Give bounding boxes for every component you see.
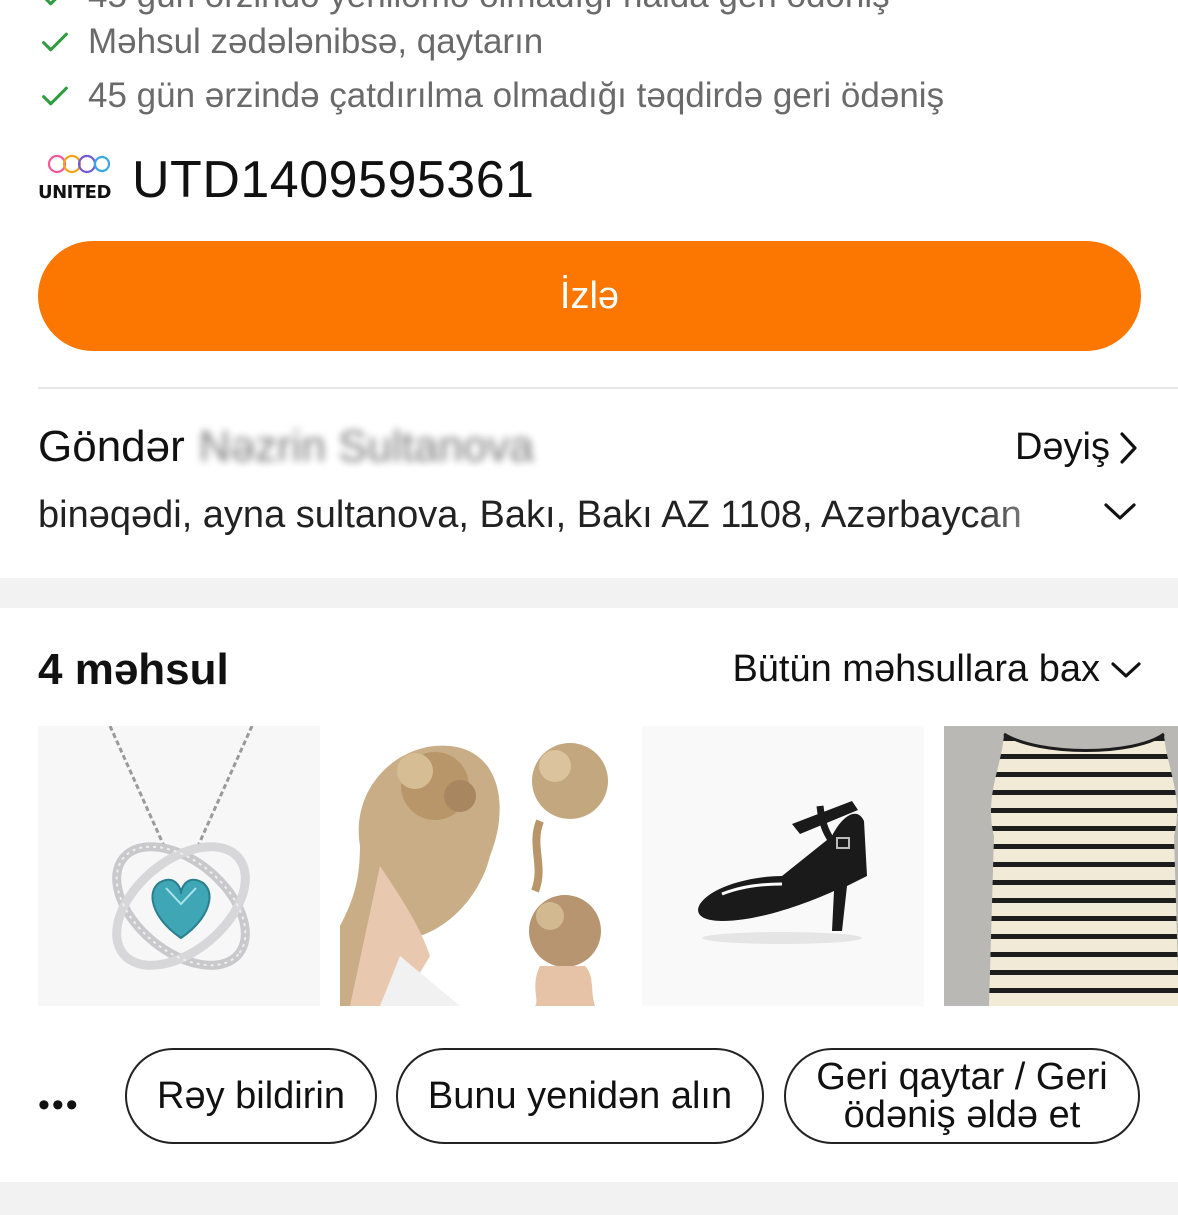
guarantee-text: 45 gün ərzində çatdırılma olmadığı təqdi… <box>88 76 945 115</box>
infinity-logo-icon <box>47 154 110 174</box>
change-label: Dəyiş <box>1014 426 1110 468</box>
guarantee-line-update: 45 gün ərzində yeniləmə olmadığı halda g… <box>38 0 890 16</box>
hair-bun-image <box>340 726 622 1006</box>
return-refund-button[interactable]: Geri qaytar / Geri ödəniş əldə et <box>784 1048 1140 1144</box>
ship-to-heading: Göndər Nəzrin Sultanova <box>38 422 534 472</box>
tracking-number: UTD1409595361 <box>132 151 535 209</box>
necklace-image <box>108 726 254 970</box>
track-button[interactable]: İzlə <box>38 241 1141 351</box>
carrier-logo-text: UNITED <box>38 182 111 203</box>
guarantee-line-delivery: 45 gün ərzində çatdırılma olmadığı təqdi… <box>38 76 944 116</box>
product-thumbnail-striped-top[interactable] <box>944 726 1178 1006</box>
check-icon <box>44 0 57 6</box>
change-address-link[interactable]: Dəyiş <box>1015 426 1140 469</box>
product-thumbnail-hair-bun[interactable] <box>340 726 622 1006</box>
carrier-logo: UNITED <box>38 152 118 208</box>
guarantee-text: 45 gün ərzində yeniləmə olmadığı halda g… <box>88 0 890 16</box>
check-icon <box>42 32 68 52</box>
review-button[interactable]: Rəy bildirin <box>125 1048 377 1144</box>
buy-again-button[interactable]: Bunu yenidən alın <box>396 1048 764 1144</box>
more-options-icon[interactable]: ••• <box>38 1086 80 1125</box>
product-thumbnail-necklace[interactable] <box>38 726 320 1006</box>
order-actions: ••• Rəy bildirin Bunu yenidən alın Geri … <box>0 1046 1178 1146</box>
product-thumbnails <box>38 726 1178 1006</box>
view-all-label: Bütün məhsullara bax <box>732 648 1100 690</box>
section-separator <box>0 1182 1178 1215</box>
ship-to-label: Göndər <box>38 422 185 471</box>
divider <box>38 387 1178 389</box>
view-all-items-link[interactable]: Bütün məhsullara bax <box>732 648 1142 691</box>
chevron-right-icon <box>1120 431 1137 464</box>
guarantee-text: Məhsul zədələnibsə, qaytarın <box>88 22 544 61</box>
product-thumbnail-shoe[interactable] <box>642 726 924 1006</box>
recipient-name: Nəzrin Sultanova <box>198 422 534 471</box>
item-count: 4 məhsul <box>38 645 229 694</box>
tracking-row: UNITED UTD1409595361 <box>38 150 535 210</box>
check-icon <box>42 86 68 106</box>
guarantee-line-damaged: Məhsul zədələnibsə, qaytarın <box>38 22 543 62</box>
chevron-down-icon <box>1111 661 1141 678</box>
striped-tank-top-image <box>944 726 1178 1006</box>
dance-shoe-image <box>642 726 924 1006</box>
section-separator <box>0 578 1178 608</box>
shipping-address: binəqədi, ayna sultanova, Bakı, Bakı AZ … <box>38 494 1022 536</box>
chevron-down-icon[interactable] <box>1102 500 1138 524</box>
